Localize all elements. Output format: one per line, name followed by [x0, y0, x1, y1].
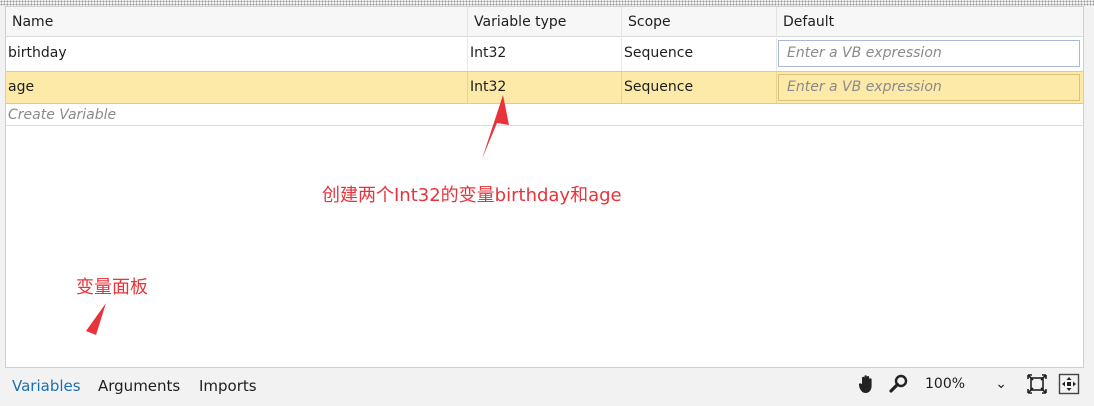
zoom-level-select[interactable]: 100% ⌄	[919, 372, 1013, 396]
annotation-table-note: 创建两个Int32的变量birthday和age	[322, 185, 622, 206]
table-header: Name Variable type Scope Default	[6, 7, 1083, 37]
tab-arguments[interactable]: Arguments	[98, 375, 180, 397]
tab-variables[interactable]: Variables	[12, 375, 81, 397]
table-row[interactable]: age Int32 Sequence Enter a VB expression	[6, 71, 1083, 104]
column-header-name[interactable]: Name	[6, 7, 468, 37]
column-header-default[interactable]: Default	[777, 7, 1083, 37]
default-expression-input[interactable]: Enter a VB expression	[778, 40, 1080, 67]
variable-type-cell[interactable]: Int32	[468, 38, 622, 71]
column-header-scope[interactable]: Scope	[622, 7, 777, 37]
designer-bottom-bar: Variables Arguments Imports 100% ⌄	[0, 369, 1094, 406]
variable-scope-cell[interactable]: Sequence	[622, 72, 777, 103]
variable-name-cell[interactable]: age	[6, 72, 468, 103]
create-variable-link[interactable]: Create Variable	[8, 105, 116, 125]
column-header-variable-type[interactable]: Variable type	[468, 7, 622, 37]
tab-imports[interactable]: Imports	[199, 375, 257, 397]
table-row[interactable]: birthday Int32 Sequence Enter a VB expre…	[6, 38, 1083, 71]
annotation-panel-note: 变量面板	[76, 277, 148, 298]
divider	[6, 125, 1083, 126]
variable-scope-cell[interactable]: Sequence	[622, 38, 777, 71]
zoom-search-icon[interactable]	[888, 373, 910, 395]
annotation-arrow-panel	[66, 303, 106, 359]
variable-name-cell[interactable]: birthday	[6, 38, 468, 71]
hand-pan-icon[interactable]	[856, 373, 878, 395]
default-expression-input[interactable]: Enter a VB expression	[778, 74, 1080, 101]
annotation-arrow-type	[482, 95, 509, 159]
variables-panel: Name Variable type Scope Default birthda…	[5, 6, 1084, 368]
zoom-value: 100%	[925, 376, 966, 392]
chevron-down-icon: ⌄	[995, 376, 1007, 392]
fit-to-screen-icon[interactable]	[1026, 373, 1048, 395]
overview-map-icon[interactable]	[1058, 373, 1080, 395]
